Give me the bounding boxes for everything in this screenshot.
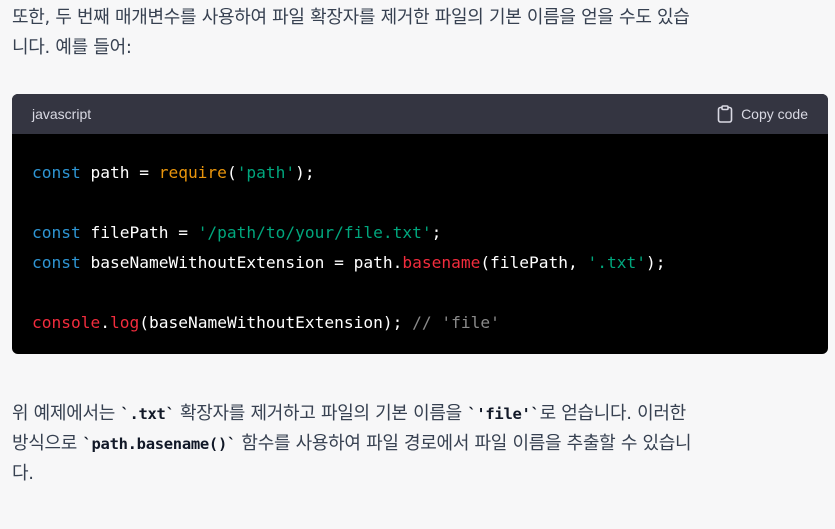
outro-text: 방식으로 (12, 433, 83, 454)
code-token: const (32, 253, 81, 272)
code-token: basename (402, 253, 481, 272)
code-token: ); (295, 163, 315, 182)
code-line: console.log(baseNameWithoutExtension); /… (32, 308, 808, 338)
code-token: . (100, 313, 110, 332)
code-body[interactable]: const path = require('path'); const fileP… (12, 134, 828, 338)
code-language-label: javascript (32, 106, 92, 122)
outro-text: 위 예제에서는 (12, 403, 121, 424)
code-block: javascript Copy code const path = requir… (12, 94, 828, 354)
code-token: console (32, 313, 101, 332)
code-token: require (158, 163, 227, 182)
code-token: '/path/to/your/file.txt' (197, 223, 432, 242)
copy-code-label: Copy code (741, 106, 808, 122)
code-token: ( (226, 163, 237, 182)
intro-line-2: 니다. 예를 들어: (12, 37, 132, 58)
clipboard-icon (717, 105, 733, 123)
code-token: path = (80, 163, 159, 182)
inline-code-basename: `path.basename()` (82, 435, 237, 453)
intro-line-1: 또한, 두 번째 매개변수를 사용하여 파일 확장자를 제거한 파일의 기본 이… (12, 7, 690, 28)
code-line: const baseNameWithoutExtension = path.ba… (32, 248, 808, 278)
outro-line-1: 위 예제에서는 `.txt` 확장자를 제거하고 파일의 기본 이름을 `'fi… (12, 399, 822, 429)
code-line: const filePath = '/path/to/your/file.txt… (32, 218, 808, 248)
code-token: const (32, 223, 81, 242)
code-token: ; (431, 223, 442, 242)
outro-paragraph: 위 예제에서는 `.txt` 확장자를 제거하고 파일의 기본 이름을 `'fi… (12, 399, 822, 489)
intro-paragraph: 또한, 두 번째 매개변수를 사용하여 파일 확장자를 제거한 파일의 기본 이… (12, 3, 822, 63)
outro-text: 함수를 사용하여 파일 경로에서 파일 이름을 추출할 수 있습니 (236, 433, 692, 454)
code-token: 'path' (236, 163, 296, 182)
inline-code-file: `'file'` (467, 405, 540, 423)
outro-text: 확장자를 제거하고 파일의 기본 이름을 (174, 403, 468, 424)
outro-text: 로 얻습니다. 이러한 (539, 403, 687, 424)
code-line: const path = require('path'); (32, 158, 808, 188)
code-token: baseNameWithoutExtension = path. (80, 253, 403, 272)
code-token: const (32, 163, 81, 182)
code-token: (baseNameWithoutExtension); (139, 313, 413, 332)
code-token: filePath = (80, 223, 198, 242)
outro-line-2: 방식으로 `path.basename()` 함수를 사용하여 파일 경로에서 … (12, 429, 822, 459)
code-token: log (109, 313, 140, 332)
code-token: '.txt' (587, 253, 646, 272)
copy-code-button[interactable]: Copy code (717, 105, 808, 123)
code-token: (filePath, (480, 253, 588, 272)
inline-code-txt: `.txt` (120, 405, 175, 423)
code-token: // 'file' (412, 313, 500, 332)
outro-line-3: 다. (12, 463, 34, 484)
code-block-header: javascript Copy code (12, 94, 828, 134)
code-token: ); (646, 253, 666, 272)
